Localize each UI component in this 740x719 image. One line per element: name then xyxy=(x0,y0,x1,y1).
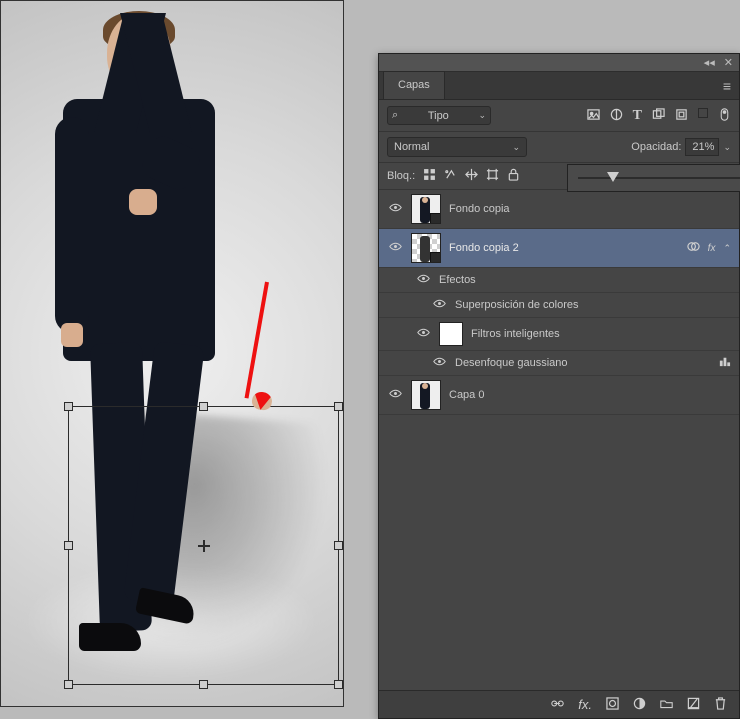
chevron-down-icon[interactable]: ⌄ xyxy=(723,142,731,153)
chevron-down-icon: ⌄ xyxy=(512,142,520,153)
layer-row-fondo-copia[interactable]: Fondo copia xyxy=(379,190,739,229)
opacity-slider-track[interactable] xyxy=(578,177,740,179)
filter-mask-thumbnail[interactable] xyxy=(439,322,463,346)
blend-mode-select[interactable]: Normal ⌄ xyxy=(387,137,527,157)
annotation-arrow-to-canvas xyxy=(262,282,280,412)
figure-hand-right xyxy=(129,189,157,215)
filter-shape-icon[interactable] xyxy=(652,108,665,124)
new-group-icon[interactable] xyxy=(660,697,673,713)
effect-name: Superposición de colores xyxy=(455,299,579,311)
blending-options-icon[interactable] xyxy=(687,240,700,256)
filter-color-swatch[interactable] xyxy=(698,108,708,118)
opacity-label[interactable]: Opacidad: xyxy=(631,141,681,153)
lock-image-icon[interactable] xyxy=(444,168,457,184)
chevron-down-icon: ⌄ xyxy=(478,110,486,121)
blend-opacity-row: Normal ⌄ Opacidad: 21% ⌄ xyxy=(379,132,739,163)
filter-name: Desenfoque gaussiano xyxy=(455,357,568,369)
filter-smartobject-icon[interactable] xyxy=(675,108,688,124)
tab-layers[interactable]: Capas xyxy=(383,71,445,99)
free-transform-box[interactable] xyxy=(68,406,339,685)
transform-center[interactable] xyxy=(198,540,210,552)
layer-row-capa-0[interactable]: Capa 0 xyxy=(379,376,739,415)
visibility-toggle[interactable] xyxy=(431,297,447,313)
blend-mode-value: Normal xyxy=(394,141,429,153)
layer-row-color-overlay[interactable]: Superposición de colores xyxy=(379,293,739,318)
visibility-toggle[interactable] xyxy=(387,240,403,256)
add-mask-icon[interactable] xyxy=(606,697,619,713)
panel-menu-icon[interactable]: ≡ xyxy=(723,78,731,94)
layer-name[interactable]: Fondo copia xyxy=(449,203,510,215)
figure-arm-left xyxy=(55,117,89,333)
figure-hand-left xyxy=(61,323,83,347)
filter-adjust-icon[interactable] xyxy=(610,108,623,124)
filter-toggle-icon[interactable] xyxy=(718,108,731,124)
panel-close-icon[interactable]: ✕ xyxy=(724,57,733,69)
panel-collapse-icon[interactable]: ◂◂ xyxy=(704,57,715,69)
transform-handle-w[interactable] xyxy=(64,541,73,550)
filter-type-icon[interactable]: T xyxy=(633,108,642,124)
layer-row-effects[interactable]: Efectos xyxy=(379,268,739,293)
opacity-slider-popup[interactable] xyxy=(567,164,740,192)
layer-row-fondo-copia-2[interactable]: Fondo copia 2 fx ⌃ xyxy=(379,229,739,268)
collapse-effects-icon[interactable]: ⌃ xyxy=(723,243,731,254)
panel-top-controls: ◂◂ ✕ xyxy=(379,54,739,72)
layers-list: Fondo copia Fondo copia 2 fx ⌃ Efectos S… xyxy=(379,190,739,415)
transform-handle-nw[interactable] xyxy=(64,402,73,411)
smart-filters-label: Filtros inteligentes xyxy=(471,328,560,340)
smartobject-badge-icon xyxy=(430,252,441,263)
search-icon: ⌕ xyxy=(392,109,398,122)
delete-layer-icon[interactable] xyxy=(714,697,727,713)
layer-thumbnail[interactable] xyxy=(411,380,441,410)
opacity-slider-thumb[interactable] xyxy=(607,172,619,182)
new-adjustment-icon[interactable] xyxy=(633,697,646,713)
layer-row-smart-filters[interactable]: Filtros inteligentes xyxy=(379,318,739,351)
filter-blending-icon[interactable] xyxy=(718,355,731,371)
transform-handle-n[interactable] xyxy=(199,402,208,411)
visibility-toggle[interactable] xyxy=(387,387,403,403)
visibility-toggle[interactable] xyxy=(387,201,403,217)
layer-thumbnail[interactable] xyxy=(411,194,441,224)
filter-image-icon[interactable] xyxy=(587,108,600,124)
layers-panel-footer: fx. xyxy=(379,690,739,718)
layer-filter-toolbar: ⌕ Tipo ⌄ T xyxy=(379,100,739,132)
panel-tabs: Capas ≡ xyxy=(379,72,739,100)
visibility-toggle[interactable] xyxy=(415,272,431,288)
visibility-toggle[interactable] xyxy=(431,355,447,371)
filter-kind-label: Tipo xyxy=(428,110,449,122)
document-canvas[interactable] xyxy=(0,0,344,707)
visibility-toggle[interactable] xyxy=(415,326,431,342)
layer-thumbnail[interactable] xyxy=(411,233,441,263)
transform-handle-sw[interactable] xyxy=(64,680,73,689)
layers-panel: ◂◂ ✕ Capas ≡ ⌕ Tipo ⌄ T Normal ⌄ Opacida… xyxy=(378,53,740,719)
layer-name[interactable]: Capa 0 xyxy=(449,389,484,401)
layer-name[interactable]: Fondo copia 2 xyxy=(449,242,519,254)
link-layers-icon[interactable] xyxy=(551,697,564,713)
effects-label: Efectos xyxy=(439,274,476,286)
add-style-icon[interactable]: fx. xyxy=(578,697,592,712)
lock-position-icon[interactable] xyxy=(465,168,478,184)
lock-pixels-icon[interactable] xyxy=(423,168,436,184)
transform-handle-e[interactable] xyxy=(334,541,343,550)
opacity-value[interactable]: 21% xyxy=(685,138,719,156)
lock-artboard-icon[interactable] xyxy=(486,168,499,184)
smartobject-badge-icon xyxy=(430,213,441,224)
transform-handle-ne[interactable] xyxy=(334,402,343,411)
transform-handle-s[interactable] xyxy=(199,680,208,689)
layer-row-gaussian-blur[interactable]: Desenfoque gaussiano xyxy=(379,351,739,376)
lock-all-icon[interactable] xyxy=(507,168,520,184)
lock-label: Bloq.: xyxy=(387,170,415,182)
filter-kind-select[interactable]: ⌕ Tipo ⌄ xyxy=(387,106,491,125)
transform-handle-se[interactable] xyxy=(334,680,343,689)
new-layer-icon[interactable] xyxy=(687,697,700,713)
fx-badge[interactable]: fx xyxy=(708,243,716,254)
